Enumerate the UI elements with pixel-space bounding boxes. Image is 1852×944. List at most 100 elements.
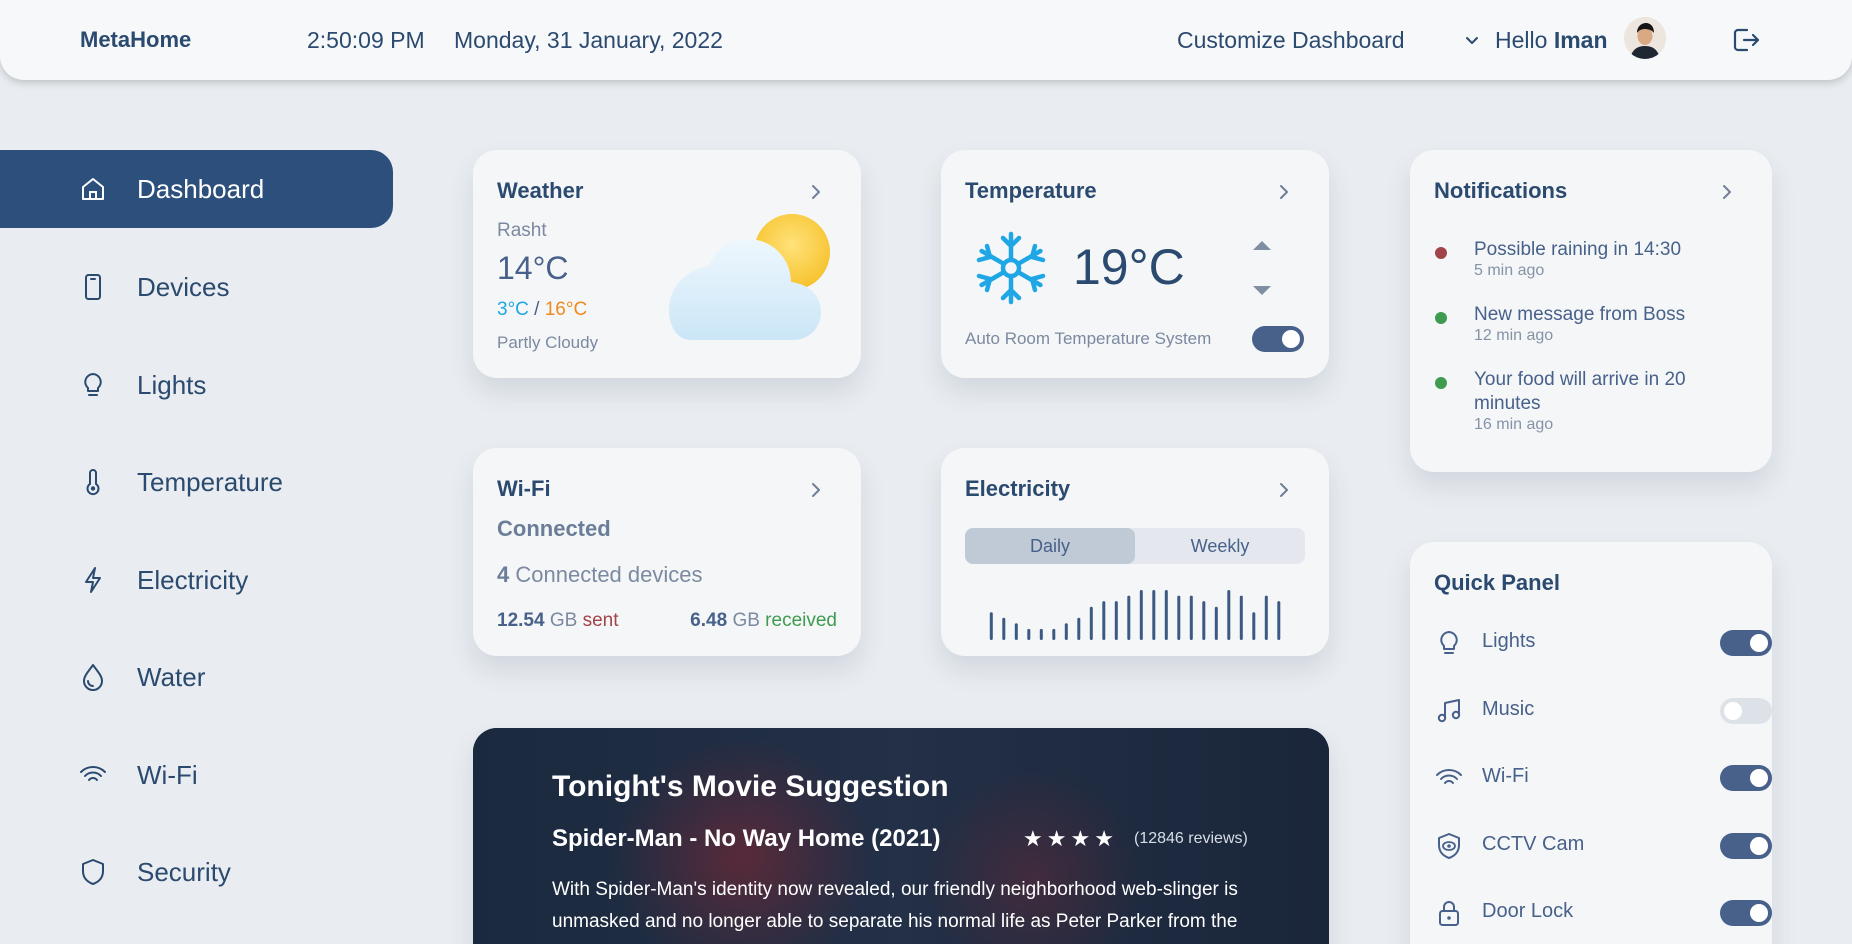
logout-icon[interactable] <box>1730 24 1762 56</box>
electricity-bar <box>1227 590 1231 640</box>
auto-temperature-toggle[interactable] <box>1252 326 1304 352</box>
weather-max: 16°C <box>544 299 588 320</box>
sidebar-item-label: Temperature <box>137 466 283 497</box>
electricity-bar <box>1102 601 1106 640</box>
auto-temperature-label: Auto Room Temperature System <box>965 329 1212 348</box>
temperature-card[interactable]: Temperature 19°C Auto Room Temperature S… <box>941 150 1329 378</box>
electricity-bar <box>1189 595 1193 640</box>
tab-weekly[interactable]: Weekly <box>1135 528 1305 564</box>
sidebar-item-temperature[interactable]: Temperature <box>0 443 393 521</box>
wifi-sent: 12.54 GB sent <box>497 610 618 632</box>
chevron-right-icon[interactable] <box>1717 182 1737 202</box>
weather-condition: Partly Cloudy <box>497 333 599 352</box>
sidebar-item-electricity[interactable]: Electricity <box>0 541 393 619</box>
wifi-toggle[interactable] <box>1720 765 1772 791</box>
user-name: Iman <box>1553 27 1608 53</box>
movie-suggestion-card[interactable]: Tonight's Movie Suggestion Spider-Man - … <box>473 728 1329 944</box>
tab-daily[interactable]: Daily <box>965 528 1135 564</box>
wifi-received-unit: GB <box>732 610 760 631</box>
clock-time: 2:50:09 PM <box>307 27 425 53</box>
wifi-sent-value: 12.54 <box>497 610 545 631</box>
quick-panel-item-music: Music <box>1434 690 1772 730</box>
temperature-down-button[interactable] <box>1251 284 1273 298</box>
notification-item[interactable]: Possible raining in 14:30 5 min ago <box>1434 238 1734 288</box>
sidebar-item-label: Electricity <box>137 564 249 595</box>
brand-name[interactable]: MetaHome <box>80 24 191 56</box>
sidebar-item-dashboard[interactable]: Dashboard <box>0 150 393 228</box>
temperature-value: 19°C <box>1073 239 1185 295</box>
quick-panel-label: Door Lock <box>1482 900 1574 922</box>
bolt-icon <box>78 565 108 595</box>
notification-time: 12 min ago <box>1474 327 1554 344</box>
electricity-bar <box>1127 595 1131 640</box>
weather-range-sep: / <box>534 299 540 320</box>
current-date: Monday, 31 January, 2022 <box>454 27 723 53</box>
chevron-right-icon[interactable] <box>806 182 826 202</box>
quick-panel-title: Quick Panel <box>1434 570 1560 595</box>
quick-panel-label: CCTV Cam <box>1482 833 1585 855</box>
quick-panel-label: Lights <box>1482 630 1536 652</box>
quick-panel-label: Music <box>1482 698 1535 720</box>
star-icon: ★ <box>1046 826 1067 851</box>
notification-text: Possible raining in 14:30 <box>1474 239 1682 260</box>
music-toggle[interactable] <box>1720 698 1772 724</box>
sidebar-item-water[interactable]: Water <box>0 638 393 716</box>
notification-dot <box>1435 312 1447 324</box>
wifi-received-label: received <box>765 610 837 631</box>
electricity-bar <box>1089 606 1093 640</box>
weather-temp: 14°C <box>497 250 569 286</box>
notification-item[interactable]: Your food will arrive in 20 minutes 16 m… <box>1434 368 1734 442</box>
notification-dot <box>1435 377 1447 389</box>
electricity-bar <box>1039 628 1043 640</box>
electricity-bar <box>1264 595 1268 640</box>
lightbulb-icon <box>78 370 108 400</box>
electricity-card[interactable]: Electricity Daily Weekly <box>941 448 1329 656</box>
weather-range: 3°C / 16°C <box>497 299 587 321</box>
wifi-received-value: 6.48 <box>690 610 728 631</box>
shield-icon <box>78 857 108 887</box>
electricity-bar <box>1002 617 1006 640</box>
quick-panel-item-wifi: Wi-Fi <box>1434 757 1772 797</box>
lights-toggle[interactable] <box>1720 630 1772 656</box>
sidebar-item-lights[interactable]: Lights <box>0 346 393 424</box>
movie-rating: ★ ★ ★ ★ <box>1023 828 1114 850</box>
chevron-down-icon[interactable] <box>1463 31 1481 49</box>
partly-cloudy-icon <box>669 210 839 340</box>
wifi-device-count: 4 <box>497 562 510 587</box>
movie-name[interactable]: Spider-Man - No Way Home (2021) <box>552 825 941 853</box>
door-lock-toggle[interactable] <box>1720 900 1772 926</box>
wifi-title: Wi-Fi <box>497 476 551 501</box>
star-icon: ★ <box>1070 826 1091 851</box>
electricity-bar <box>1139 590 1143 640</box>
wifi-devices-label: Connected devices <box>515 562 703 587</box>
chevron-right-icon[interactable] <box>806 480 826 500</box>
home-icon <box>78 174 108 204</box>
avatar[interactable] <box>1624 17 1666 59</box>
top-bar: MetaHome 2:50:09 PM Monday, 31 January, … <box>0 0 1852 80</box>
wifi-card[interactable]: Wi-Fi Connected 4 Connected devices 12.5… <box>473 448 861 656</box>
chevron-right-icon[interactable] <box>1274 480 1294 500</box>
notifications-card[interactable]: Notifications Possible raining in 14:30 … <box>1410 150 1772 472</box>
weather-min: 3°C <box>497 299 529 320</box>
sidebar-item-label: Water <box>137 661 206 692</box>
chevron-right-icon[interactable] <box>1274 182 1294 202</box>
quick-panel-item-door-lock: Door Lock <box>1434 892 1772 932</box>
thermometer-icon <box>78 467 108 497</box>
temperature-up-button[interactable] <box>1251 238 1273 252</box>
weather-card[interactable]: Weather Rasht 14°C 3°C / 16°C Partly Clo… <box>473 150 861 378</box>
sidebar-item-security[interactable]: Security <box>0 833 393 911</box>
customize-dashboard-link[interactable]: Customize Dashboard <box>1177 24 1405 56</box>
user-greeting: Hello Iman <box>1495 24 1608 56</box>
music-icon <box>1434 696 1464 726</box>
sidebar-item-devices[interactable]: Devices <box>0 248 393 326</box>
cctv-toggle[interactable] <box>1720 833 1772 859</box>
electricity-bar <box>1214 606 1218 640</box>
notification-text: Your food will arrive in 20 minutes <box>1474 369 1686 414</box>
sidebar-item-label: Devices <box>137 271 230 302</box>
electricity-bar <box>1014 623 1018 640</box>
notification-item[interactable]: New message from Boss 12 min ago <box>1434 303 1734 353</box>
movie-description: With Spider-Man's identity now revealed,… <box>552 879 1238 944</box>
sidebar-item-wifi[interactable]: Wi-Fi <box>0 736 393 814</box>
electricity-bar <box>1239 595 1243 640</box>
movie-reviews: (12846 reviews) <box>1134 830 1248 847</box>
